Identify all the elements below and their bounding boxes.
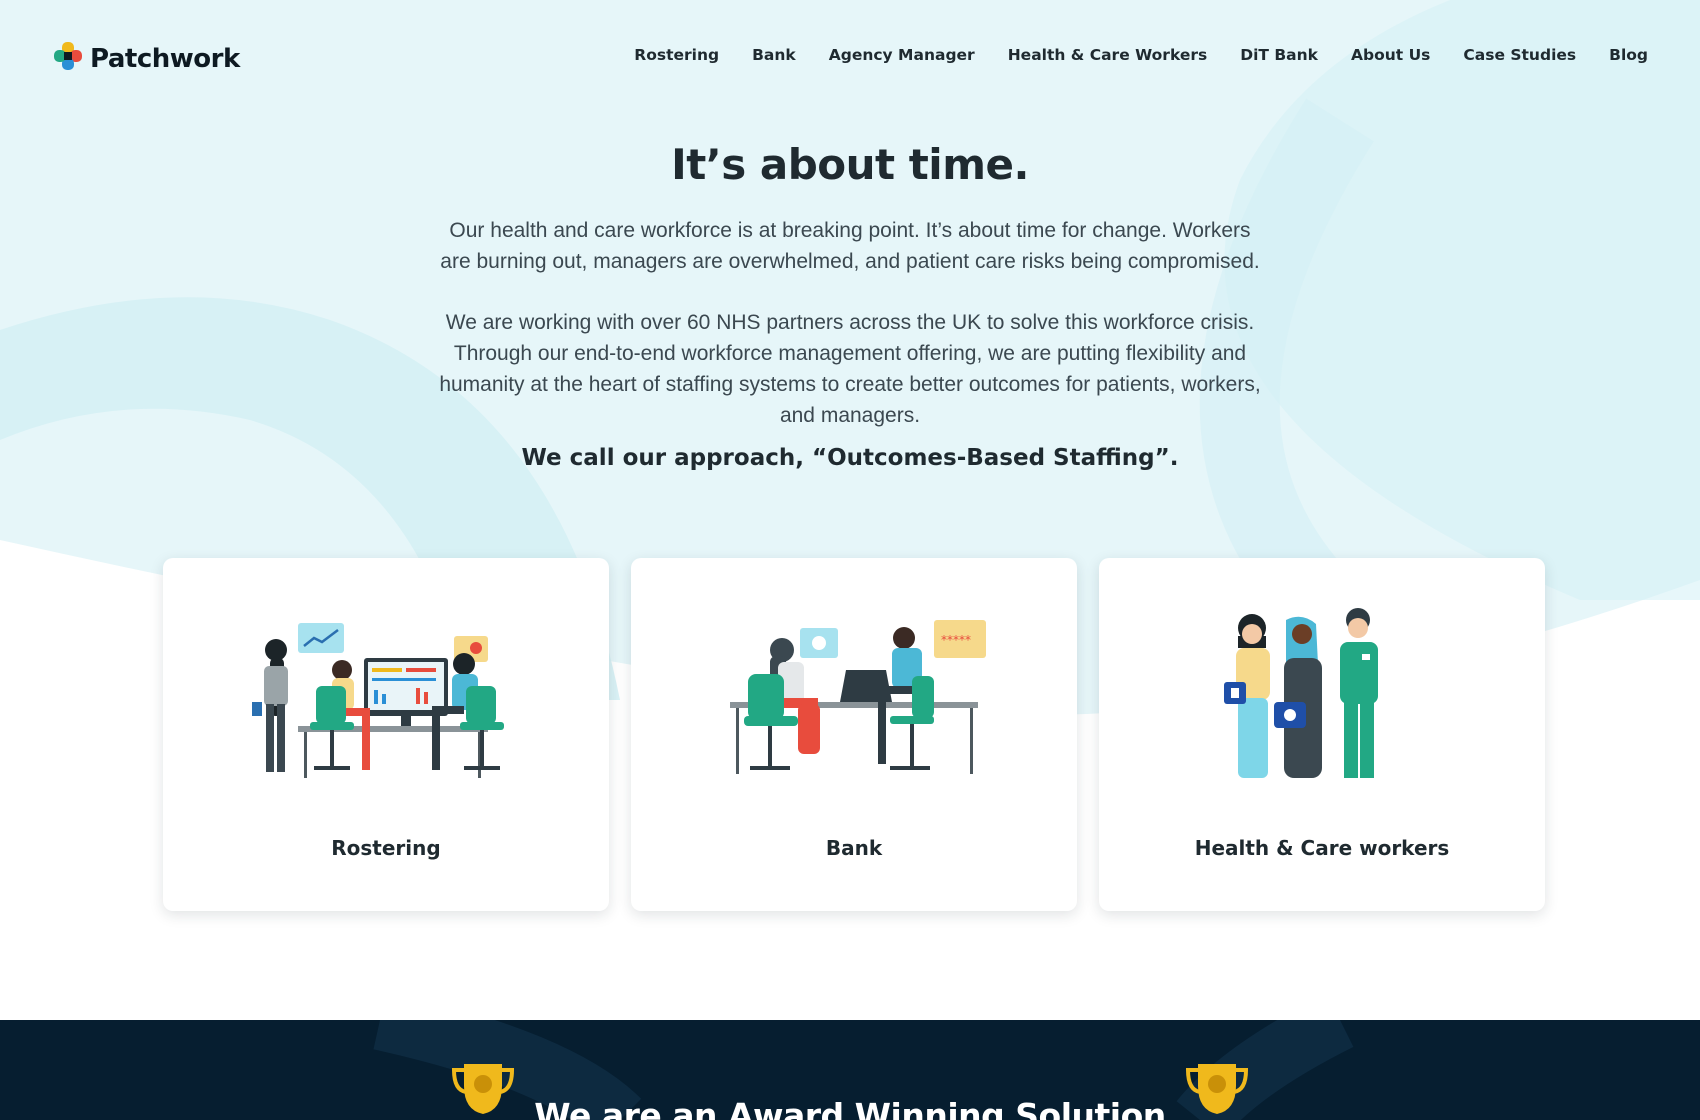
card-label-bank: Bank xyxy=(825,836,883,860)
main-nav: Rostering Bank Agency Manager Health & C… xyxy=(634,46,1648,64)
health-care-workers-illustration xyxy=(1099,598,1545,788)
intro-paragraph-2: We are working with over 60 NHS partners… xyxy=(439,311,1261,427)
trophy-icon xyxy=(450,1064,516,1120)
nav-about-us[interactable]: About Us xyxy=(1351,46,1430,64)
approach-statement: We call our approach, “Outcomes-Based St… xyxy=(521,445,1179,471)
nav-bank[interactable]: Bank xyxy=(752,46,796,64)
site-header: Patchwork Rostering Bank Agency Manager … xyxy=(0,0,1700,112)
nav-case-studies[interactable]: Case Studies xyxy=(1463,46,1576,64)
card-rostering[interactable]: Rostering xyxy=(163,558,609,911)
brand-logo[interactable]: Patchwork xyxy=(52,40,240,77)
intro-section: It’s about time. Our health and care wor… xyxy=(0,140,1700,471)
intro-paragraph-1: Our health and care workforce is at brea… xyxy=(440,219,1260,273)
bank-illustration: ***** xyxy=(631,598,1077,788)
card-bank[interactable]: ***** Bank xyxy=(631,558,1077,911)
card-health-care-workers[interactable]: Health & Care workers xyxy=(1099,558,1545,911)
nav-dit-bank[interactable]: DiT Bank xyxy=(1240,46,1318,64)
page-title: It’s about time. xyxy=(671,140,1029,189)
nav-agency-manager[interactable]: Agency Manager xyxy=(829,46,975,64)
card-label-rostering: Rostering xyxy=(331,836,441,860)
trophy-icon xyxy=(1184,1064,1250,1120)
nav-health-care-workers[interactable]: Health & Care Workers xyxy=(1008,46,1208,64)
nav-rostering[interactable]: Rostering xyxy=(634,46,719,64)
card-label-health-care-workers: Health & Care workers xyxy=(1194,836,1450,860)
patchwork-logo-icon xyxy=(52,40,84,77)
award-title: We are an Award Winning Solution xyxy=(534,1096,1166,1120)
svg-text:*****: ***** xyxy=(941,633,971,647)
solution-cards: Rostering ***** Bank Health & Care worke… xyxy=(163,558,1545,911)
award-banner: We are an Award Winning Solution xyxy=(0,1020,1700,1120)
brand-name: Patchwork xyxy=(90,43,240,74)
rostering-illustration xyxy=(163,598,609,788)
nav-blog[interactable]: Blog xyxy=(1609,46,1648,64)
